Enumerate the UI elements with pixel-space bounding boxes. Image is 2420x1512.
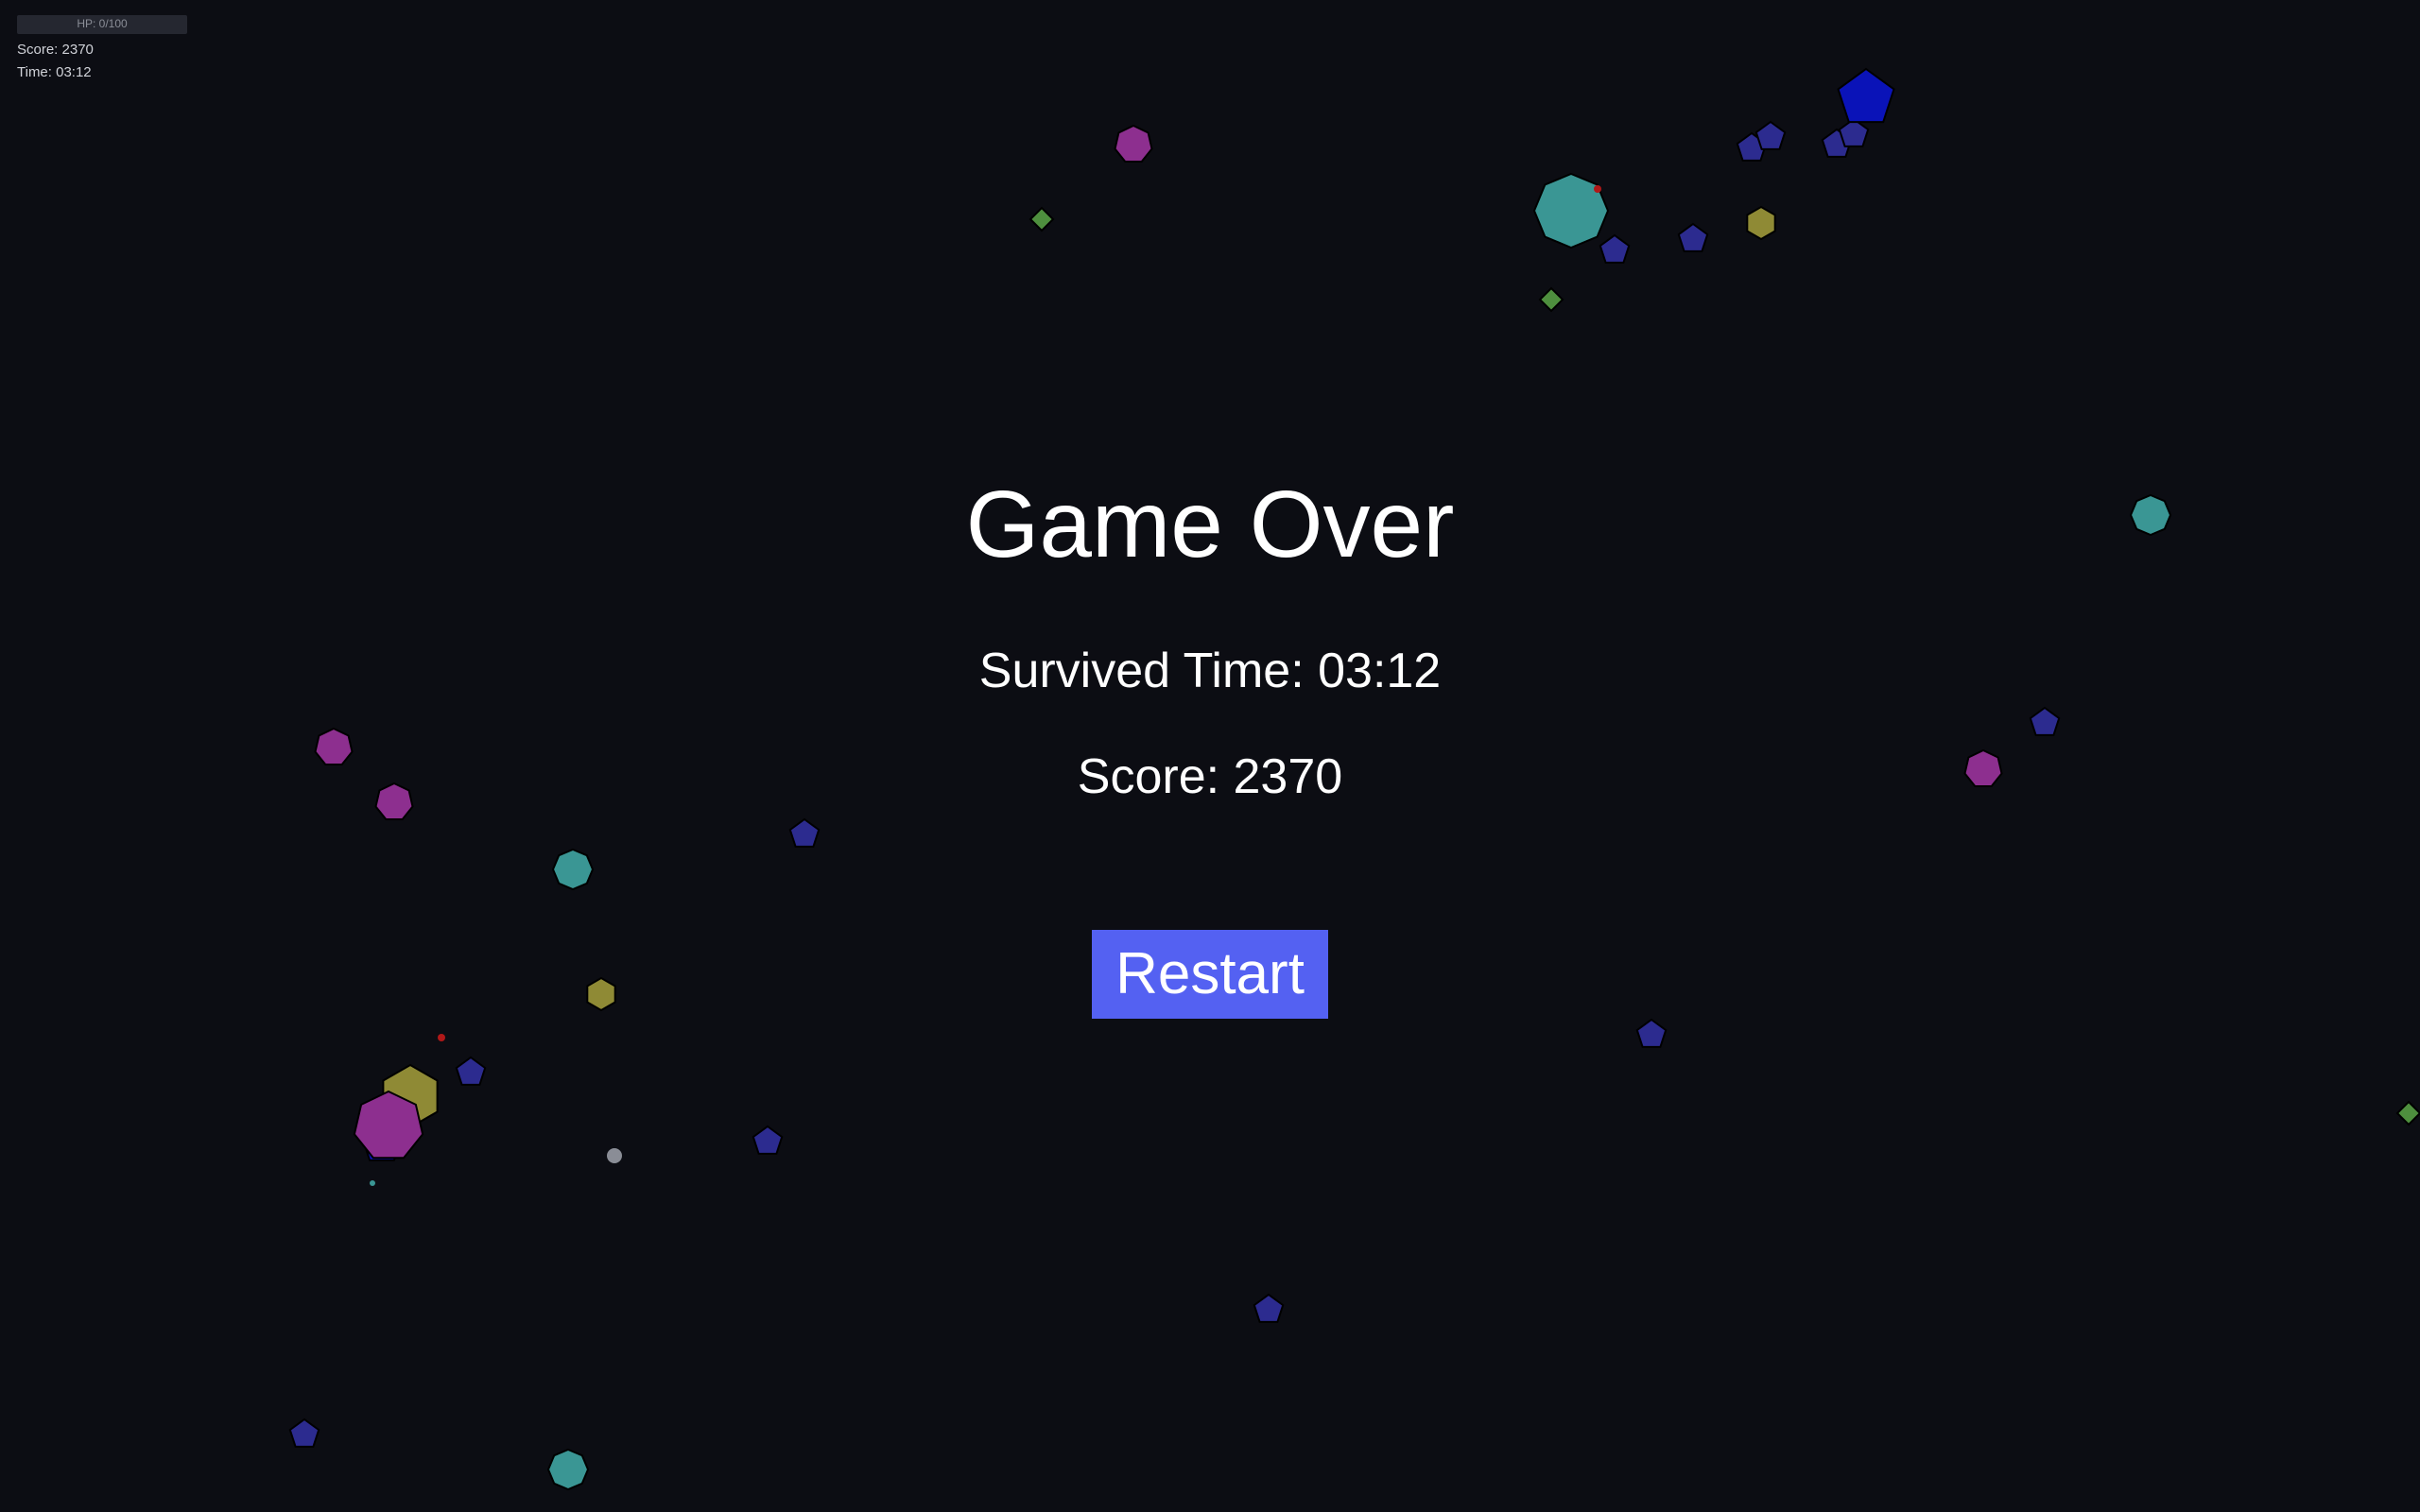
final-score-text: Score: 2370 xyxy=(1077,749,1343,804)
game-canvas: HP: 0/100 Score: 2370 Time: 03:12 Game O… xyxy=(0,0,2420,1512)
restart-button[interactable]: Restart xyxy=(1092,930,1328,1019)
game-over-overlay: Game Over Survived Time: 03:12 Score: 23… xyxy=(0,0,2420,1512)
survived-time-text: Survived Time: 03:12 xyxy=(978,644,1442,698)
game-over-title: Game Over xyxy=(965,472,1455,577)
